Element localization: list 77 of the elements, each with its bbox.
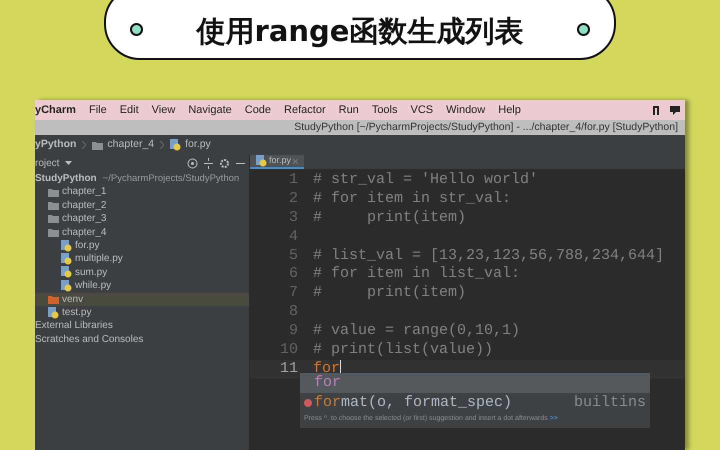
chevron-icon [160,141,164,149]
menu-item[interactable]: Window [446,102,486,118]
target-icon [187,158,198,169]
dot-icon [576,23,590,36]
dropdown-caret-icon [65,161,72,166]
tree-item[interactable]: for.py [35,238,249,252]
menu-item[interactable]: Tools [372,102,398,118]
python-file-icon [256,155,267,167]
tree-item[interactable]: sum.py [35,266,249,280]
python-file-icon [61,253,72,266]
line-number: 8 [288,303,298,322]
breadcrumb-item[interactable]: yPython [35,137,76,153]
window-title: StudyPython [~/PycharmProjects/StudyPython] - .../chapter_4/for.py [StudyPython] [35,120,685,135]
line-number: 1 [288,171,298,190]
tree-item[interactable]: multiple.py [35,252,249,266]
code-text: # print(list(value)) [313,341,494,360]
folder-icon [48,228,59,237]
tree-item[interactable]: chapter_4 [35,226,249,239]
menu-item[interactable]: Run [338,102,359,118]
tree-item[interactable]: test.py [35,306,249,320]
folder-icon [48,294,59,304]
completion-item[interactable]: format(o, format_spec) builtins [300,393,650,413]
code-text: # for item in str_val: [313,190,512,209]
tree-item[interactable]: StudyPython ~/PycharmProjects/StudyPython [35,172,249,186]
menu-item[interactable]: Code [244,102,272,118]
tree-item[interactable]: while.py [35,279,249,293]
dot-icon [130,23,143,36]
code-text: # for item in list_val: [313,265,520,284]
menu-item[interactable]: Navigate [188,102,232,118]
folder-icon [48,200,59,210]
tree-item[interactable]: chapter_1 [35,185,249,199]
editor-tab[interactable]: for.py [250,155,304,169]
folder-icon [48,188,59,197]
function-icon [304,399,312,407]
code-text: # str_val = 'Hello world' [313,171,538,190]
banner-title: 使用range函数生成列表 [196,16,524,48]
line-number: 3 [288,208,298,228]
menu-item[interactable]: VCS [410,102,434,118]
code-text: # print(item) [313,208,466,228]
code-text: # list_val = [13,23,123,56,788,234,644] [313,246,664,266]
folder-icon [92,140,104,150]
python-file-icon [170,139,182,151]
text-cursor [340,360,342,375]
bracket-icon [652,104,661,116]
line-number: 9 [288,322,298,342]
menu-item[interactable]: Refactor [284,102,326,118]
collapse-icon [204,158,213,169]
breadcrumb-item[interactable]: for.py [185,137,211,153]
tree-item[interactable]: chapter_3 [35,212,249,226]
chevron-icon [82,141,86,149]
code-text: # value = range(0,10,1) [313,322,520,342]
line-number: 10 [278,341,298,360]
line-number: 4 [288,228,298,247]
python-file-icon [48,306,59,319]
app-menu[interactable]: yCharm [35,102,76,118]
line-number: 11 [278,360,298,379]
menu-item[interactable]: File [88,102,107,118]
code-text: # print(item) [313,284,466,304]
menu-item[interactable]: View [152,102,176,118]
line-number: 7 [288,284,298,304]
python-file-icon [61,266,72,278]
folder-icon [48,214,59,224]
tree-item[interactable]: Scratches and Consoles [35,332,249,346]
python-file-icon [61,240,72,252]
settings-icon [219,158,230,169]
menu-item[interactable]: Edit [120,102,139,118]
tree-item[interactable]: External Libraries [35,319,249,333]
breadcrumb-item[interactable]: chapter_4 [107,137,154,153]
menu-item[interactable]: Help [498,102,521,118]
line-number: 5 [288,246,298,266]
tree-item[interactable]: chapter_2 [35,198,249,212]
tree-item[interactable]: venv [35,292,249,306]
line-number: 6 [288,265,298,284]
line-number: 2 [288,190,298,209]
panel-title[interactable]: roject [35,156,60,171]
python-file-icon [61,280,72,292]
close-icon [293,158,298,164]
